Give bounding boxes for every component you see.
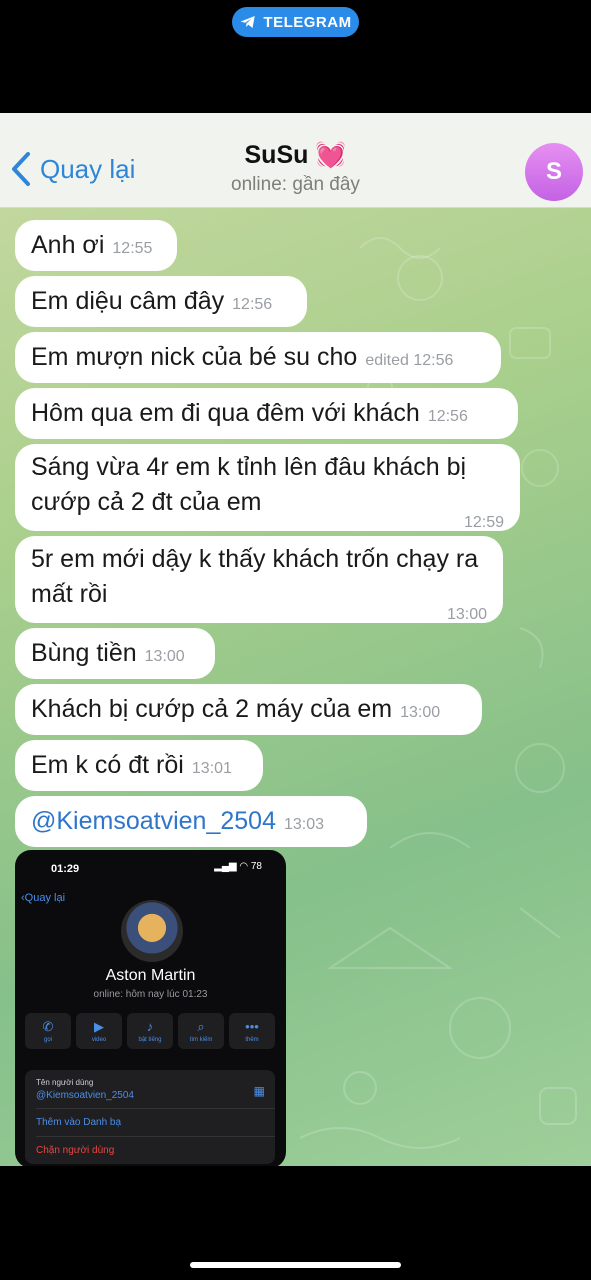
home-indicator[interactable] xyxy=(190,1262,401,1268)
battery-level: 78 xyxy=(250,861,262,872)
message-time: edited 12:56 xyxy=(365,352,454,369)
profile-info-card: Tên người dùng @Kiemsoatvien_2504 ▦ Thêm… xyxy=(25,1070,275,1164)
message-text: Sáng vừa 4r em k tỉnh lên đâu khách bị c… xyxy=(31,453,467,516)
message-bubble[interactable]: Anh ơi 12:55 xyxy=(15,220,177,271)
profile-status: online: hôm nay lúc 01:23 xyxy=(93,989,208,1000)
avatar-letter: S xyxy=(545,158,562,185)
block-user-label: Chặn người dùng xyxy=(36,1145,115,1156)
profile-actions: ✆ gọi ▶ video ♪ bật tiếng ⌕ tìm kiếm ••• thêm xyxy=(25,1013,275,1049)
qr-code-icon: ▦ xyxy=(253,1084,265,1098)
video-icon: ▶ xyxy=(94,1018,104,1034)
message-text: Em diệu câm đây xyxy=(31,287,225,315)
message-bubble[interactable]: Hôm qua em đi qua đêm với khách 12:56 xyxy=(15,388,518,439)
heart-icon: 💓 xyxy=(315,141,347,169)
screenshot-image-message[interactable]: 01:29 ▂▄▆ ◠ 78 ‹ Quay lại Aston Martin o… xyxy=(15,850,286,1166)
message-text: Anh ơi xyxy=(31,231,105,259)
phone-icon: ✆ xyxy=(42,1018,54,1034)
chat-screen: Quay lại SuSu 💓 online: gần đây S Anh ơi… xyxy=(0,113,591,1166)
profile-avatar xyxy=(121,900,183,962)
contact-name: SuSu xyxy=(244,141,309,169)
message-bubble[interactable]: Bùng tiền 13:00 xyxy=(15,628,215,679)
divider xyxy=(36,1108,275,1109)
message-time: 13:00 xyxy=(144,648,185,665)
message-bubble[interactable]: Sáng vừa 4r em k tỉnh lên đâu khách bị c… xyxy=(15,444,520,531)
badge-label: TELEGRAM xyxy=(263,13,352,31)
unmute-action: ♪ bật tiếng xyxy=(127,1013,173,1049)
message-text: Bùng tiền xyxy=(31,639,137,667)
message-text: Em mượn nick của bé su cho xyxy=(31,343,358,371)
message-bubble[interactable]: Em diệu câm đây 12:56 xyxy=(15,276,307,327)
message-text: Khách bị cướp cả 2 máy của em xyxy=(31,695,393,723)
profile-name: Aston Martin xyxy=(105,967,196,984)
add-contact-label: Thêm vào Danh bạ xyxy=(36,1117,122,1128)
message-time: 13:00 xyxy=(446,606,487,623)
bell-icon: ♪ xyxy=(146,1018,154,1034)
message-bubble[interactable]: 5r em mới dậy k thấy khách trốn chạy ra … xyxy=(15,536,503,623)
more-icon: ••• xyxy=(245,1018,259,1034)
message-time: 12:59 xyxy=(463,514,504,531)
message-time: 12:56 xyxy=(232,296,273,313)
message-time: 12:56 xyxy=(427,408,468,425)
message-bubble[interactable]: @Kiemsoatvien_2504 13:03 xyxy=(15,796,367,847)
message-time: 12:55 xyxy=(112,240,153,257)
message-text: 5r em mới dậy k thấy khách trốn chạy ra … xyxy=(31,545,479,608)
more-action: ••• thêm xyxy=(229,1013,275,1049)
telegram-icon xyxy=(240,16,256,28)
username-label: Tên người dùng xyxy=(36,1078,94,1087)
back-button: ‹ Quay lại xyxy=(21,892,66,904)
online-status: online: gần đây xyxy=(231,174,360,195)
chat-header: Quay lại SuSu 💓 online: gần đây S xyxy=(0,113,591,208)
message-text: Hôm qua em đi qua đêm với khách xyxy=(31,399,420,427)
message-time: 13:00 xyxy=(400,704,441,721)
video-action: ▶ video xyxy=(76,1013,122,1049)
clock: 01:29 xyxy=(51,863,80,875)
message-time: 13:03 xyxy=(283,816,325,833)
message-bubble[interactable]: Em k có đt rồi 13:01 xyxy=(15,740,263,791)
back-label: Quay lại xyxy=(24,892,66,904)
divider xyxy=(36,1136,275,1137)
chat-title: SuSu 💓 xyxy=(0,141,591,170)
chat-title-block[interactable]: SuSu 💓 online: gần đây xyxy=(0,141,591,196)
search-action: ⌕ tìm kiếm xyxy=(178,1013,224,1049)
status-icons: ▂▄▆ ◠ 78 xyxy=(214,861,262,872)
message-bubble[interactable]: Khách bị cướp cả 2 máy của em 13:00 xyxy=(15,684,482,735)
contact-avatar[interactable]: S xyxy=(525,143,583,201)
username-link[interactable]: @Kiemsoatvien_2504 xyxy=(31,807,276,835)
message-bubble[interactable]: Em mượn nick của bé su cho edited 12:56 xyxy=(15,332,501,383)
search-icon: ⌕ xyxy=(197,1018,205,1034)
message-time: 13:01 xyxy=(191,760,232,777)
telegram-badge: TELEGRAM xyxy=(232,7,359,37)
message-text: Em k có đt rồi xyxy=(31,751,184,779)
username-value: @Kiemsoatvien_2504 xyxy=(36,1090,134,1101)
call-action: ✆ gọi xyxy=(25,1013,71,1049)
